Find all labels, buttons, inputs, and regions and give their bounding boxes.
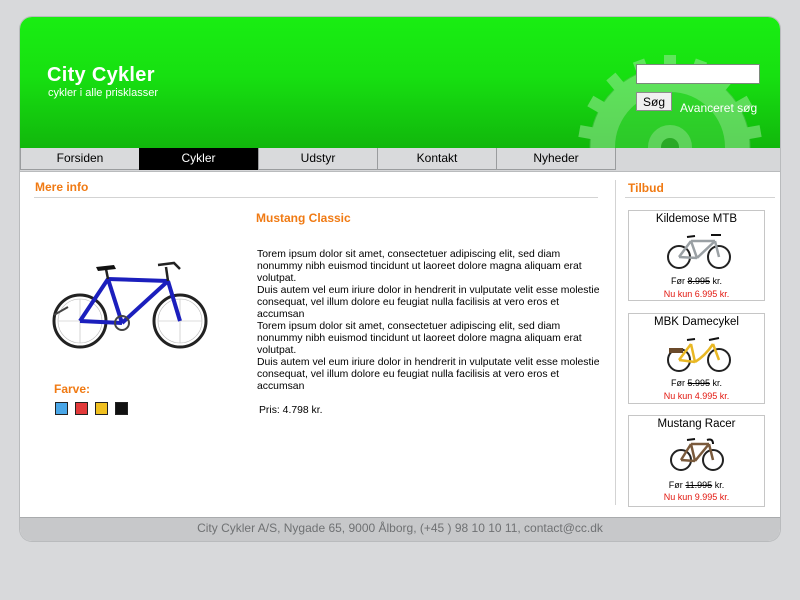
offer-name[interactable]: Mustang Racer [629,418,764,430]
color-swatch-black[interactable] [115,402,128,415]
offer-card-mbk[interactable]: MBK Damecykel Før 5.995 kr. Nu kun 4.995… [628,313,765,404]
product-description: Duis autem vel eum iriure dolor in hendr… [257,357,600,392]
old-price: 5.995 [687,378,710,388]
color-swatch-red[interactable] [75,402,88,415]
nav-item-nyheder[interactable]: Nyheder [496,148,616,170]
currency: kr. [714,480,725,490]
section-title-mere-info: Mere info [35,180,89,194]
main-nav: Forsiden Cykler Udstyr Kontakt Nyheder [20,148,780,172]
offer-before-price: Før 11.995 kr. [629,480,764,490]
color-label: Farve: [54,382,91,396]
footer-contact-text: City Cykler A/S, Nygade 65, 9000 Ålborg,… [197,521,603,535]
product-price: Pris: 4.798 kr. [259,405,323,416]
nav-item-kontakt[interactable]: Kontakt [377,148,497,170]
currency: kr. [712,378,723,388]
product-description: Torem ipsum dolor sit amet, consectetuer… [257,321,582,356]
product-description: Torem ipsum dolor sit amet, consectetuer… [257,249,582,284]
offer-now-price: Nu kun 4.995 kr. [663,391,730,401]
offer-now-price: Nu kun 6.995 kr. [663,289,730,299]
search-input[interactable] [636,64,760,84]
header: City Cykler cykler i alle prisklasser Sø… [20,17,780,148]
color-swatch-yellow[interactable] [95,402,108,415]
sidebar-divider [625,197,775,198]
nav-item-forsiden[interactable]: Forsiden [20,148,140,170]
column-divider [615,180,616,505]
offer-name[interactable]: MBK Damecykel [629,316,764,328]
section-divider [34,197,598,198]
product-title: Mustang Classic [256,211,351,225]
product-description: Duis autem vel eum iriure dolor in hendr… [257,285,600,320]
offer-name[interactable]: Kildemose MTB [629,213,764,225]
offer-card-mustang-racer[interactable]: Mustang Racer Før 11.995 kr. Nu kun 9.99… [628,415,765,507]
nav-item-udstyr[interactable]: Udstyr [258,148,378,170]
search-button[interactable]: Søg [636,92,672,111]
old-price: 11.995 [685,480,713,490]
currency: kr. [712,276,723,286]
before-label: Før [670,276,685,286]
bike-image [52,261,208,349]
bike-image [667,337,731,372]
bike-image [670,438,724,471]
bike-image [667,234,731,269]
offer-card-kildemose[interactable]: Kildemose MTB Før 8.995 kr. Nu kun 6.995… [628,210,765,301]
before-label: Før [670,378,685,388]
site-tagline: cykler i alle prisklasser [48,87,159,99]
offer-before-price: Før 8.995 kr. [629,276,764,286]
advanced-search-link[interactable]: Avanceret søg [680,101,757,115]
page-frame: City Cykler cykler i alle prisklasser Sø… [20,17,780,541]
offer-before-price: Før 5.995 kr. [629,378,764,388]
old-price: 8.995 [687,276,710,286]
site-logo-title[interactable]: City Cykler [47,64,155,87]
color-swatch-blue[interactable] [55,402,68,415]
section-title-tilbud: Tilbud [628,181,664,195]
nav-item-cykler[interactable]: Cykler [139,148,258,170]
offer-now-price: Nu kun 9.995 kr. [663,492,730,502]
before-label: Før [668,480,683,490]
